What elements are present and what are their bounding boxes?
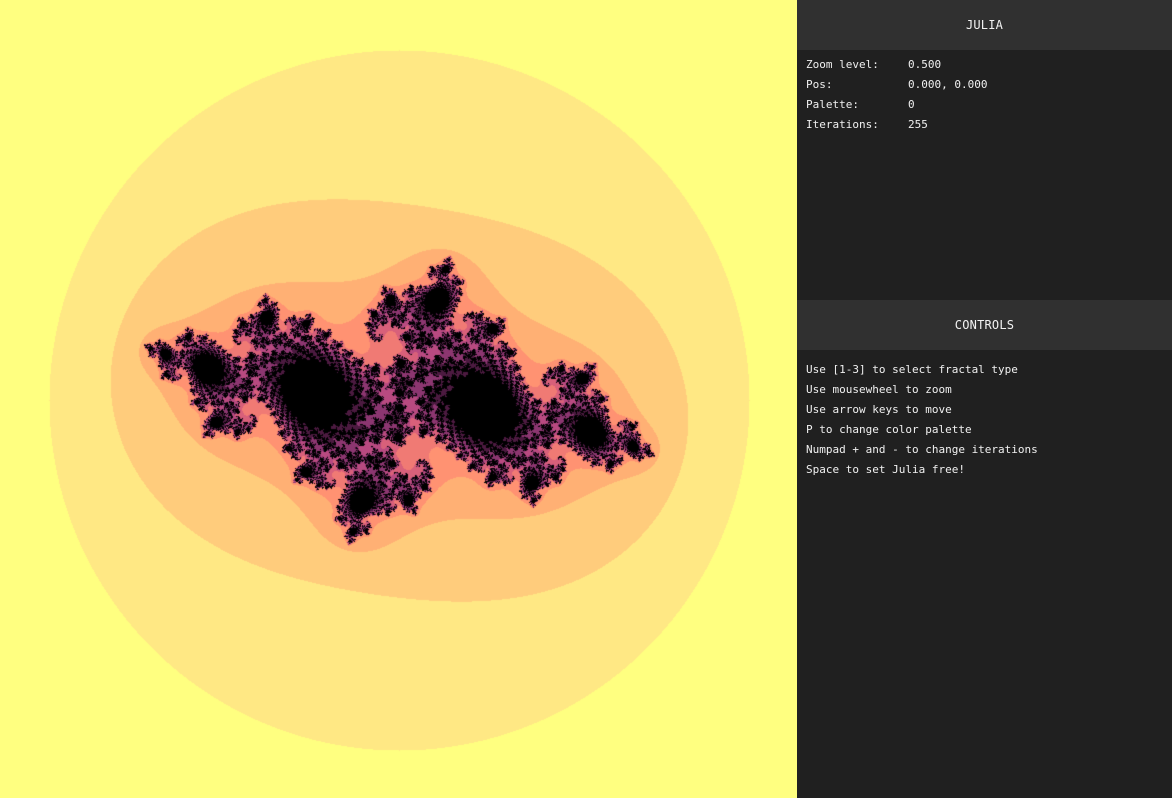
info-row-iterations: Iterations: 255: [806, 115, 1172, 135]
pos-value: 0.000, 0.000: [908, 78, 988, 91]
controls-section: CONTROLS Use [1-3] to select fractal typ…: [797, 300, 1172, 480]
iterations-value: 255: [908, 118, 928, 131]
zoom-label: Zoom level:: [806, 58, 879, 71]
palette-value: 0: [908, 98, 915, 111]
iterations-label: Iterations:: [806, 118, 879, 131]
palette-label: Palette:: [806, 98, 859, 111]
info-row-zoom: Zoom level: 0.500: [806, 55, 1172, 75]
controls-list: Use [1-3] to select fractal type Use mou…: [797, 350, 1172, 480]
control-hint-move: Use arrow keys to move: [806, 403, 952, 416]
pos-label: Pos:: [806, 78, 833, 91]
control-hint-palette: P to change color palette: [806, 423, 972, 436]
fractal-type-title: JULIA: [797, 0, 1172, 50]
control-hint-iterations: Numpad + and - to change iterations: [806, 443, 1038, 456]
controls-title: CONTROLS: [797, 300, 1172, 350]
control-hint-zoom: Use mousewheel to zoom: [806, 383, 952, 396]
fractal-explorer-app: JULIA Zoom level: 0.500 Pos: 0.000, 0.00…: [0, 0, 1172, 798]
julia-fractal-canvas[interactable]: [0, 0, 797, 798]
control-hint-fractal-type: Use [1-3] to select fractal type: [806, 363, 1018, 376]
side-panel: JULIA Zoom level: 0.500 Pos: 0.000, 0.00…: [797, 0, 1172, 798]
control-hint-julia-free: Space to set Julia free!: [806, 463, 965, 476]
fractal-viewport[interactable]: [0, 0, 797, 798]
info-row-palette: Palette: 0: [806, 95, 1172, 115]
info-section: JULIA Zoom level: 0.500 Pos: 0.000, 0.00…: [797, 0, 1172, 300]
info-list: Zoom level: 0.500 Pos: 0.000, 0.000 Pale…: [797, 50, 1172, 135]
info-row-pos: Pos: 0.000, 0.000: [806, 75, 1172, 95]
zoom-value: 0.500: [908, 58, 942, 71]
